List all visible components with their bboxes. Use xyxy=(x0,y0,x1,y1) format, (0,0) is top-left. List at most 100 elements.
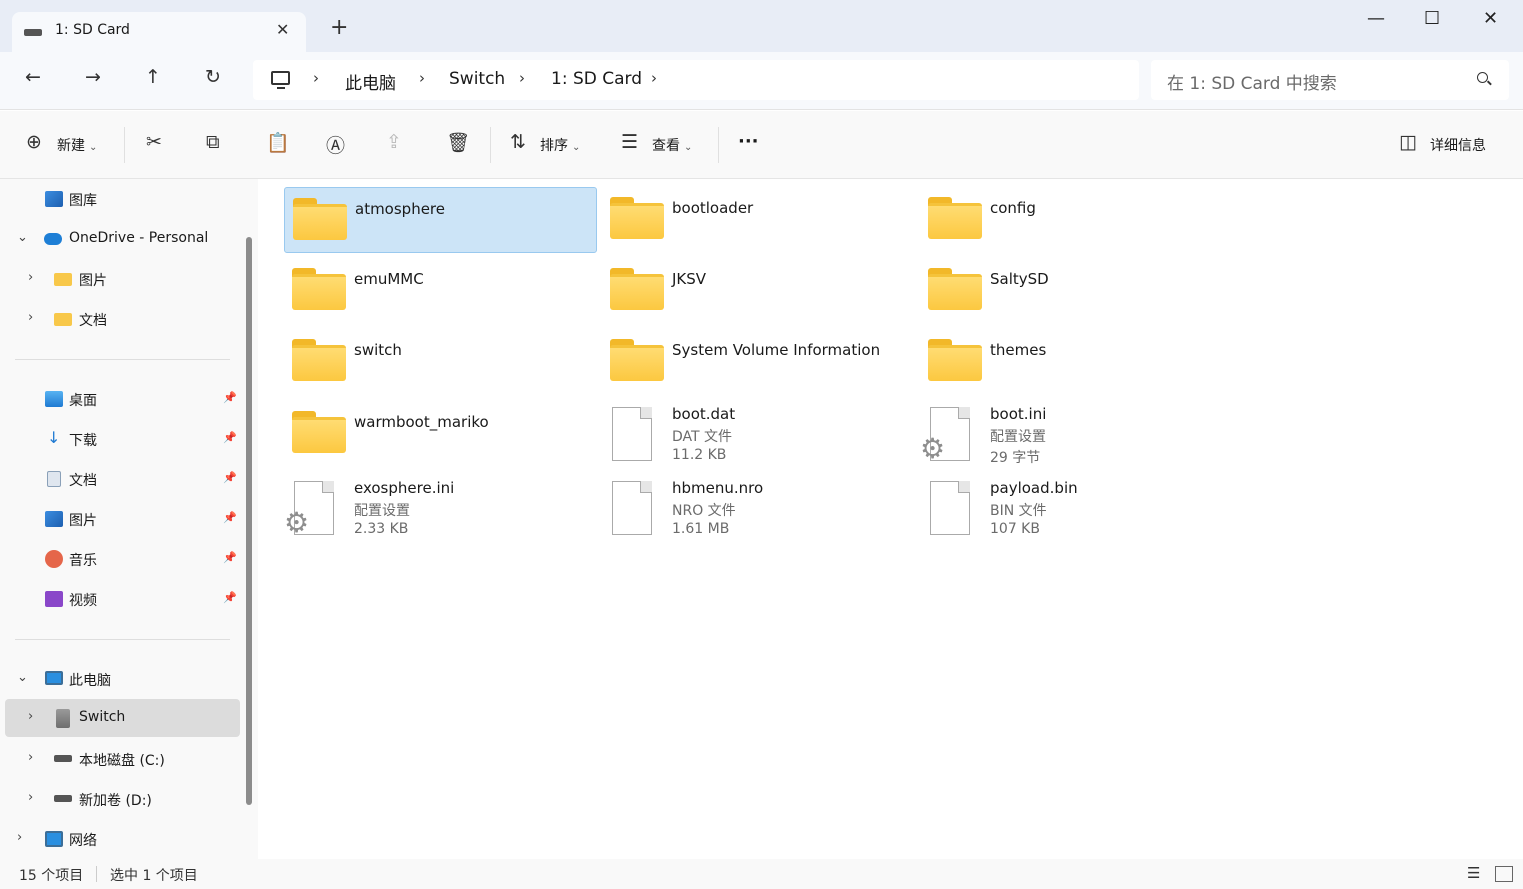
chevron-down-icon: ⌄ xyxy=(89,142,98,153)
sidebar-item-music[interactable]: 音乐 📌 xyxy=(0,540,240,578)
file-item[interactable]: boot.dat DAT 文件 11.2 KB xyxy=(602,401,915,467)
chevron-right-icon[interactable]: › xyxy=(519,69,525,87)
search-input[interactable]: 在 1: SD Card 中搜索 xyxy=(1167,69,1337,94)
address-bar[interactable]: › 此电脑 › Switch › 1: SD Card › xyxy=(253,60,1139,100)
minimize-button[interactable]: — xyxy=(1367,8,1385,29)
sidebar-item-documents[interactable]: 文档 📌 xyxy=(0,460,240,498)
delete-icon[interactable]: 🗑 xyxy=(446,131,470,154)
file-item[interactable]: ⚙ exosphere.ini 配置设置 2.33 KB xyxy=(284,475,597,541)
item-name: exosphere.ini xyxy=(354,479,455,497)
sort-button[interactable]: 排序 ⌄ xyxy=(540,135,580,155)
sidebar-item-switch[interactable]: › Switch xyxy=(5,699,240,737)
pin-icon[interactable]: 📌 xyxy=(223,591,237,604)
details-view-icon[interactable]: ☰ xyxy=(1467,864,1480,882)
item-name: boot.dat xyxy=(672,405,736,423)
sort-icon[interactable]: ⇅ xyxy=(510,131,526,153)
tiles-view-icon[interactable] xyxy=(1495,866,1513,882)
chevron-right-icon[interactable]: › xyxy=(419,69,425,87)
chevron-down-icon[interactable]: ⌄ xyxy=(17,670,28,685)
search-icon[interactable] xyxy=(1477,72,1488,83)
new-button[interactable]: 新建 ⌄ xyxy=(57,135,97,155)
sidebar-item-onedrive[interactable]: ⌄ OneDrive - Personal xyxy=(0,220,240,258)
title-bar: 1: SD Card ✕ + — ☐ ✕ xyxy=(0,0,1523,52)
breadcrumb-switch[interactable]: Switch xyxy=(449,69,505,89)
divider xyxy=(15,639,230,640)
sidebar-item-label: 图片 xyxy=(69,513,97,529)
file-item[interactable]: payload.bin BIN 文件 107 KB xyxy=(920,475,1233,541)
chevron-right-icon[interactable]: › xyxy=(28,750,33,765)
tab-sd-card[interactable]: 1: SD Card ✕ xyxy=(12,12,306,52)
item-name: hbmenu.nro xyxy=(672,479,764,497)
folder-item[interactable]: JKSV xyxy=(602,258,915,324)
sidebar-item-gallery[interactable]: 图库 xyxy=(0,180,240,218)
view-button[interactable]: 查看 ⌄ xyxy=(652,135,692,155)
breadcrumb-sd-card[interactable]: 1: SD Card xyxy=(551,69,642,89)
folder-item[interactable]: themes xyxy=(920,329,1233,395)
folder-item[interactable]: SaltySD xyxy=(920,258,1233,324)
sidebar-item-label: 文档 xyxy=(79,313,107,329)
breadcrumb-this-pc[interactable]: 此电脑 xyxy=(345,69,396,94)
chevron-right-icon[interactable]: › xyxy=(28,310,33,325)
sidebar-item-new-volume-d[interactable]: › 新加卷 (D:) xyxy=(0,780,240,818)
folder-item[interactable]: emuMMC xyxy=(284,258,597,324)
paste-icon[interactable]: 📋 xyxy=(266,131,290,154)
sidebar-item-network[interactable]: › 网络 xyxy=(0,820,240,858)
folder-item[interactable]: bootloader xyxy=(602,187,915,253)
file-icon xyxy=(612,407,652,461)
sidebar-item-label: 音乐 xyxy=(69,553,97,569)
folder-item[interactable]: atmosphere xyxy=(284,187,597,253)
search-box[interactable]: 在 1: SD Card 中搜索 xyxy=(1151,60,1509,100)
folder-icon xyxy=(54,273,72,286)
plus-circle-icon[interactable]: ⊕ xyxy=(26,131,42,153)
sidebar-scrollbar[interactable] xyxy=(246,237,252,805)
sidebar-item-desktop[interactable]: 桌面 📌 xyxy=(0,380,240,418)
chevron-right-icon[interactable]: › xyxy=(17,830,22,845)
selection-count: 选中 1 个项目 xyxy=(110,868,198,884)
chevron-right-icon[interactable]: › xyxy=(28,709,33,724)
sidebar-item-onedrive-documents[interactable]: › 文档 xyxy=(0,300,240,338)
new-tab-button[interactable]: + xyxy=(330,17,348,39)
file-item[interactable]: ⚙ boot.ini 配置设置 29 字节 xyxy=(920,401,1233,467)
pin-icon[interactable]: 📌 xyxy=(223,391,237,404)
forward-button[interactable]: → xyxy=(85,66,101,88)
refresh-button[interactable]: ↻ xyxy=(205,66,221,88)
up-button[interactable]: ↑ xyxy=(145,66,161,88)
gear-icon: ⚙ xyxy=(284,506,310,539)
view-icon[interactable]: ☰ xyxy=(621,131,638,153)
chevron-right-icon[interactable]: › xyxy=(28,790,33,805)
share-icon[interactable]: ⇪ xyxy=(386,131,402,153)
details-button[interactable]: 详细信息 xyxy=(1430,135,1486,155)
sidebar-item-local-disk-c[interactable]: › 本地磁盘 (C:) xyxy=(0,740,240,778)
folder-item[interactable]: switch xyxy=(284,329,597,395)
file-item[interactable]: hbmenu.nro NRO 文件 1.61 MB xyxy=(602,475,915,541)
folder-icon xyxy=(292,339,346,381)
sidebar-item-onedrive-pictures[interactable]: › 图片 xyxy=(0,260,240,298)
sidebar-item-pictures[interactable]: 图片 📌 xyxy=(0,500,240,538)
more-options-button[interactable]: ··· xyxy=(738,131,759,152)
tab-close-icon[interactable]: ✕ xyxy=(276,20,289,39)
rename-icon[interactable]: Ⓐ xyxy=(326,131,345,158)
item-name: JKSV xyxy=(672,270,707,288)
details-pane-icon[interactable]: ◫ xyxy=(1399,131,1417,153)
item-name: System Volume Information xyxy=(672,341,881,359)
chevron-right-icon[interactable]: › xyxy=(651,69,657,87)
back-button[interactable]: ← xyxy=(25,66,41,88)
pin-icon[interactable]: 📌 xyxy=(223,431,237,444)
folder-item[interactable]: warmboot_mariko xyxy=(284,401,597,467)
cloud-icon xyxy=(44,233,62,245)
maximize-button[interactable]: ☐ xyxy=(1424,8,1440,29)
close-window-button[interactable]: ✕ xyxy=(1483,8,1498,29)
folder-item[interactable]: config xyxy=(920,187,1233,253)
chevron-down-icon[interactable]: ⌄ xyxy=(17,230,28,245)
pin-icon[interactable]: 📌 xyxy=(223,471,237,484)
folder-item[interactable]: System Volume Information xyxy=(602,329,915,395)
chevron-right-icon[interactable]: › xyxy=(28,270,33,285)
chevron-right-icon[interactable]: › xyxy=(313,69,319,87)
pin-icon[interactable]: 📌 xyxy=(223,511,237,524)
copy-icon[interactable]: ⧉ xyxy=(206,131,220,153)
pin-icon[interactable]: 📌 xyxy=(223,551,237,564)
sidebar-item-downloads[interactable]: ↓ 下载 📌 xyxy=(0,420,240,458)
cut-icon[interactable]: ✂ xyxy=(146,131,162,153)
sidebar-item-videos[interactable]: 视频 📌 xyxy=(0,580,240,618)
sidebar-item-this-pc[interactable]: ⌄ 此电脑 xyxy=(0,660,240,698)
